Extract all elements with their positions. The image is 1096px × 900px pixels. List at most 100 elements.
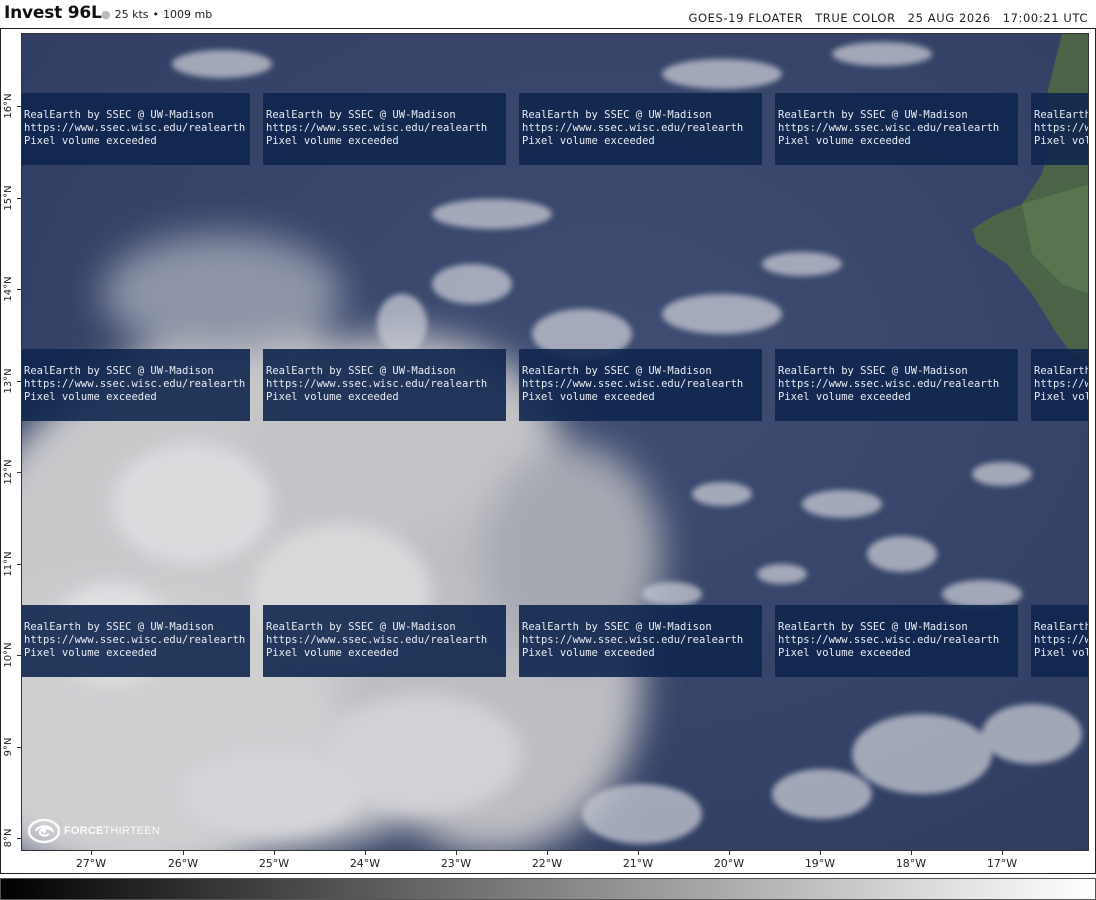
tile-line-3: Pixel volume exceeded: [522, 647, 655, 659]
lon-tick: [911, 851, 912, 855]
storm-name: Invest 96L: [4, 3, 102, 23]
tile-line-3: Pixel volume exceeded: [522, 135, 655, 147]
lon-label: 26°W: [167, 857, 199, 870]
realearth-tile: RealEarth by SSEC @ UW-Madisonhttps://ww…: [775, 349, 1018, 421]
lon-tick: [274, 851, 275, 855]
realearth-tile: RealEarth by SSEC @ UW-Madisonhttps://ww…: [263, 605, 506, 677]
lon-tick: [729, 851, 730, 855]
lon-tick: [1002, 851, 1003, 855]
tile-line-2: https://www.ssec.wisc.edu/realearth: [24, 378, 246, 390]
lat-label: 16°N: [3, 93, 14, 119]
tile-line-2: https://www.ssec.wisc.edu/realearth: [522, 378, 744, 390]
tile-line-1: RealEarth by SSEC @ UW-Madison: [266, 109, 456, 121]
tile-line-3: Pixel volume exceeded: [778, 391, 911, 403]
tile-line-2: https://www.ssec.wisc.edu/realearth: [778, 634, 1000, 646]
tile-line-2: https://www.ssec.wisc.edu/realearth: [24, 634, 246, 646]
tile-line-1: RealEarth by SSEC @ UW-Madison: [778, 365, 968, 377]
tile-line-2: https://www.ssec.wisc.edu/realearth: [266, 634, 488, 646]
lat-tick: [17, 289, 21, 290]
tile-line-1: RealEarth by SSEC @ UW-Madison: [522, 109, 712, 121]
tile-line-3: Pixel volume exceeded: [1034, 135, 1088, 147]
realearth-tile: RealEarth by SSEC @ UW-Madisonhttps://ww…: [1031, 93, 1089, 165]
realearth-tile: RealEarth by SSEC @ UW-Madisonhttps://ww…: [263, 349, 506, 421]
tile-line-3: Pixel volume exceeded: [522, 391, 655, 403]
tile-line-3: Pixel volume exceeded: [778, 135, 911, 147]
tile-line-2: https://www.ssec.wisc.edu/realearth: [522, 634, 744, 646]
tile-line-1: RealEarth by SSEC @ UW-Madison: [24, 109, 214, 121]
lon-tick: [638, 851, 639, 855]
satellite-name: GOES-19: [688, 11, 744, 25]
tile-line-1: RealEarth by SSEC @ UW-Madison: [778, 621, 968, 633]
realearth-tile: RealEarth by SSEC @ UW-Madisonhttps://ww…: [1031, 349, 1088, 421]
satellite-image[interactable]: RealEarth by SSEC @ UW-Madison https://ww…: [21, 33, 1089, 851]
image-date: 25 AUG 2026: [907, 11, 991, 25]
tile-line-1: RealEarth by SSEC @ UW-Madison: [266, 621, 456, 633]
storm-stats: ● 25 kts • 1009 mb: [101, 8, 212, 21]
logo-part-2: THIRTEEN: [103, 825, 160, 837]
tile-line-3: Pixel volume exceeded: [24, 391, 157, 403]
realearth-tile: RealEarth by SSEC @ UW-Madisonhttps://ww…: [519, 605, 762, 677]
logo-wordmark: FORCETHIRTEEN: [64, 825, 160, 837]
lat-tick: [17, 838, 21, 839]
product-type: FLOATER: [748, 11, 804, 25]
lon-label: 21°W: [622, 857, 654, 870]
lat-label: 9°N: [3, 737, 14, 757]
lat-label: 10°N: [3, 642, 14, 668]
tile-line-3: Pixel volume exceeded: [266, 647, 399, 659]
lat-label: 15°N: [3, 185, 14, 211]
tile-line-1: RealEarth by SSEC @ UW-Madison: [1034, 109, 1089, 121]
lon-label: 27°W: [75, 857, 107, 870]
tile-line-3: Pixel volume exceeded: [24, 135, 157, 147]
realearth-tile: RealEarth by SSEC @ UW-Madisonhttps://ww…: [263, 93, 506, 165]
realearth-tile: RealEarth by SSEC @ UW-Madisonhttps://ww…: [1031, 605, 1089, 677]
realearth-tile: RealEarth by SSEC @ UW-Madisonhttps://ww…: [519, 93, 762, 165]
lon-tick: [365, 851, 366, 855]
forcethirteen-logo: FORCETHIRTEEN: [27, 818, 168, 844]
lon-label: 24°W: [349, 857, 381, 870]
wind-speed: 25 kts: [114, 8, 149, 21]
logo-part-1: FORCE: [64, 825, 104, 837]
pressure: 1009 mb: [163, 8, 213, 21]
lon-tick: [820, 851, 821, 855]
lat-tick: [17, 381, 21, 382]
lat-label: 8°N: [3, 828, 14, 848]
header-bar: Invest 96L ● 25 kts • 1009 mb GOES-19 FLOAT…: [0, 0, 1096, 28]
tile-line-1: RealEarth by SSEC @ UW-Madison: [1034, 621, 1089, 633]
image-time: 17:00:21 UTC: [1002, 11, 1088, 25]
swirl-icon: [27, 818, 61, 844]
tile-line-1: RealEarth by SSEC @ UW-Madison: [522, 365, 712, 377]
tile-line-3: Pixel volume exceeded: [24, 647, 157, 659]
lat-label: 12°N: [3, 459, 14, 485]
tile-line-2: https://www.ssec.wisc.edu/realearth: [522, 122, 744, 134]
lat-label: 13°N: [3, 368, 14, 394]
tile-line-3: Pixel volume exceeded: [1034, 647, 1088, 659]
lat-label: 11°N: [3, 551, 14, 577]
realearth-tile: RealEarth by SSEC @ UW-Madisonhttps://ww…: [775, 93, 1018, 165]
realearth-tile: RealEarth by SSEC @ UW-Madisonhttps://ww…: [775, 605, 1018, 677]
tile-line-2: https://www.ssec.wisc.edu/realearth: [778, 378, 1000, 390]
tile-line-3: Pixel volume exceeded: [266, 135, 399, 147]
tile-line-1: RealEarth by SSEC @ UW-Madison: [24, 365, 214, 377]
color-scale-bar: [0, 878, 1096, 900]
lat-tick: [17, 747, 21, 748]
tile-line-2: https://www.ssec.wisc.edu/realearth: [1034, 378, 1088, 390]
lon-label: 22°W: [531, 857, 563, 870]
lon-tick: [183, 851, 184, 855]
lat-tick: [17, 472, 21, 473]
realearth-tile: RealEarth by SSEC @ UW-Madisonhttps://ww…: [22, 93, 250, 165]
lon-tick: [91, 851, 92, 855]
realearth-tile: RealEarth by SSEC @ UW-Madisonhttps://ww…: [22, 349, 250, 421]
tile-line-2: https://www.ssec.wisc.edu/realearth: [266, 378, 488, 390]
realearth-tile: RealEarth by SSEC @ UW-Madisonhttps://ww…: [22, 605, 250, 677]
tile-line-3: Pixel volume exceeded: [778, 647, 911, 659]
lon-label: 19°W: [804, 857, 836, 870]
lon-label: 17°W: [986, 857, 1018, 870]
lon-label: 25°W: [258, 857, 290, 870]
tile-line-2: https://www.ssec.wisc.edu/realearth: [266, 122, 488, 134]
tile-line-1: RealEarth by SSEC @ UW-Madison: [778, 109, 968, 121]
separator-dot: •: [152, 8, 160, 21]
lat-tick: [17, 564, 21, 565]
tile-line-3: Pixel volume exceeded: [1034, 391, 1088, 403]
product-info: GOES-19 FLOATER TRUE COLOR 25 AUG 2026 17:0…: [688, 11, 1088, 25]
tile-line-2: https://www.ssec.wisc.edu/realearth: [24, 122, 246, 134]
